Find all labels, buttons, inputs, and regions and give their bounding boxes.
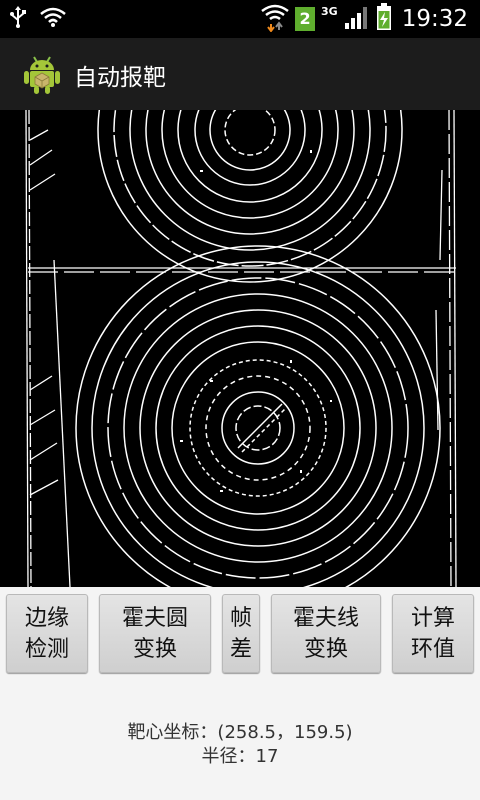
signal-icon bbox=[344, 5, 370, 33]
hough-line-button[interactable]: 霍夫线 变换 bbox=[271, 594, 381, 673]
processed-image bbox=[0, 0, 480, 611]
edge-detection-button[interactable]: 边缘 检测 bbox=[6, 594, 88, 673]
hough-circle-button-label: 霍夫圆 变换 bbox=[121, 605, 188, 662]
wifi-transfer-icon bbox=[261, 2, 289, 36]
frame-diff-button-label: 帧 差 bbox=[229, 605, 252, 662]
hough-circle-button[interactable]: 霍夫圆 变换 bbox=[99, 594, 211, 673]
edge-detection-button-label: 边缘 检测 bbox=[24, 605, 69, 662]
wifi-icon bbox=[40, 6, 66, 32]
android-icon bbox=[22, 53, 62, 95]
network-type-label: 3G bbox=[321, 4, 338, 18]
target-center-text: 靶心坐标：(258.5，159.5) bbox=[127, 722, 353, 743]
usb-icon bbox=[10, 6, 26, 32]
radius-text: 半径：17 bbox=[201, 746, 279, 767]
edge-detection-image bbox=[0, 0, 480, 611]
compute-ring-button[interactable]: 计算 环值 bbox=[392, 594, 474, 673]
sim-badge: 2 bbox=[295, 7, 316, 31]
app-title: 自动报靶 bbox=[74, 65, 166, 91]
hough-line-button-label: 霍夫线 变换 bbox=[292, 605, 359, 662]
status-bar: 2 3G 19:32 bbox=[0, 0, 480, 38]
battery-charging-icon bbox=[376, 3, 392, 35]
compute-ring-button-label: 计算 环值 bbox=[410, 605, 455, 662]
action-bar: 自动报靶 bbox=[0, 38, 480, 110]
frame-diff-button[interactable]: 帧 差 bbox=[222, 594, 260, 673]
clock: 19:32 bbox=[401, 6, 468, 32]
